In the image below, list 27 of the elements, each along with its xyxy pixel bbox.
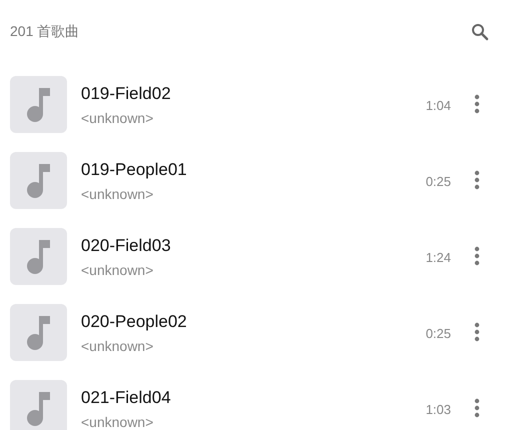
song-duration: 0:25 <box>424 174 451 189</box>
song-title: 021-Field04 <box>81 388 172 408</box>
song-artist: <unknown> <box>81 414 154 430</box>
search-icon[interactable] <box>471 23 489 41</box>
music-note-icon <box>10 76 67 133</box>
music-note-icon <box>10 304 67 361</box>
more-options-icon[interactable] <box>474 246 480 266</box>
song-count: 201 首歌曲 <box>10 23 80 41</box>
music-note-icon <box>10 228 67 285</box>
song-artist: <unknown> <box>81 186 154 202</box>
more-options-icon[interactable] <box>474 322 480 342</box>
song-artist: <unknown> <box>81 338 154 354</box>
song-artist: <unknown> <box>81 110 154 126</box>
song-duration: 0:25 <box>424 326 451 341</box>
music-note-icon <box>10 152 67 209</box>
song-duration: 1:24 <box>424 250 451 265</box>
song-duration: 1:03 <box>424 402 451 417</box>
music-note-icon <box>10 380 67 430</box>
song-title: 019-People01 <box>81 160 188 180</box>
song-title: 020-Field03 <box>81 236 172 256</box>
more-options-icon[interactable] <box>474 94 480 114</box>
more-options-icon[interactable] <box>474 170 480 190</box>
more-options-icon[interactable] <box>474 398 480 418</box>
song-artist: <unknown> <box>81 262 154 278</box>
song-title: 019-Field02 <box>81 84 172 104</box>
song-duration: 1:04 <box>424 98 451 113</box>
song-title: 020-People02 <box>81 312 188 332</box>
